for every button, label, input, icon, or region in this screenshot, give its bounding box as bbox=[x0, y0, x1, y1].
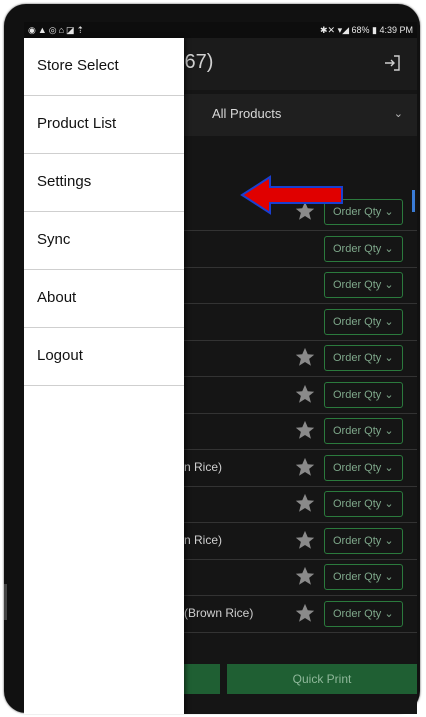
chevron-down-icon: ⌄ bbox=[381, 243, 394, 255]
chevron-down-icon: ⌄ bbox=[381, 316, 394, 328]
order-qty-label: Order Qty bbox=[333, 608, 382, 620]
menu-item-label: Settings bbox=[37, 173, 92, 190]
order-qty-label: Order Qty bbox=[333, 352, 382, 364]
star-icon[interactable] bbox=[294, 346, 316, 368]
logout-icon[interactable] bbox=[381, 52, 403, 74]
star-icon[interactable] bbox=[294, 602, 316, 624]
navigation-drawer: Store Select Product List Settings Sync … bbox=[24, 38, 184, 714]
phone-frame: ◉▲◎⌂◪⇡ ✱✕ ▾◢ 68% ▮ 4:39 PM cts (Ralph's … bbox=[4, 4, 420, 714]
order-qty-label: Order Qty bbox=[333, 389, 382, 401]
order-qty-select[interactable]: Order Qty ⌄ bbox=[324, 491, 403, 517]
chevron-down-icon: ⌄ bbox=[393, 108, 403, 120]
menu-item-about[interactable]: About bbox=[24, 270, 184, 328]
menu-item-label: Product List bbox=[37, 115, 117, 132]
star-icon[interactable] bbox=[294, 383, 316, 405]
menu-item-label: Sync bbox=[37, 231, 71, 248]
order-qty-select[interactable]: Order Qty ⌄ bbox=[324, 345, 403, 371]
category-filter-value: All Products bbox=[212, 106, 282, 121]
menu-item-store-select[interactable]: Store Select bbox=[24, 38, 184, 96]
chevron-down-icon: ⌄ bbox=[381, 352, 394, 364]
order-qty-select[interactable]: Order Qty ⌄ bbox=[324, 418, 403, 444]
order-qty-select[interactable]: Order Qty ⌄ bbox=[324, 309, 403, 335]
chevron-down-icon: ⌄ bbox=[381, 571, 394, 583]
chevron-down-icon: ⌄ bbox=[381, 498, 394, 510]
order-qty-label: Order Qty bbox=[333, 279, 382, 291]
quick-print-button[interactable]: Quick Print bbox=[227, 664, 417, 694]
screen: ◉▲◎⌂◪⇡ ✱✕ ▾◢ 68% ▮ 4:39 PM cts (Ralph's … bbox=[24, 22, 417, 714]
menu-item-settings[interactable]: Settings bbox=[24, 154, 184, 212]
menu-item-label: About bbox=[37, 289, 77, 306]
menu-item-label: Logout bbox=[37, 347, 83, 364]
star-icon[interactable] bbox=[294, 456, 316, 478]
status-right: ✱✕ ▾◢ 68% ▮ 4:39 PM bbox=[319, 25, 413, 35]
chevron-down-icon: ⌄ bbox=[381, 279, 394, 291]
order-qty-select[interactable]: Order Qty ⌄ bbox=[324, 382, 403, 408]
chevron-down-icon: ⌄ bbox=[381, 535, 394, 547]
chevron-down-icon: ⌄ bbox=[381, 425, 394, 437]
order-qty-label: Order Qty bbox=[333, 535, 382, 547]
menu-item-sync[interactable]: Sync bbox=[24, 212, 184, 270]
order-qty-label: Order Qty bbox=[333, 462, 382, 474]
order-qty-select[interactable]: Order Qty ⌄ bbox=[324, 601, 403, 627]
menu-item-product-list[interactable]: Product List bbox=[24, 96, 184, 154]
red-arrow-annotation bbox=[240, 175, 343, 215]
order-qty-select[interactable]: Order Qty ⌄ bbox=[324, 236, 403, 262]
order-qty-select[interactable]: Order Qty ⌄ bbox=[324, 272, 403, 298]
order-qty-label: Order Qty bbox=[333, 316, 382, 328]
star-icon[interactable] bbox=[294, 492, 316, 514]
star-icon[interactable] bbox=[294, 565, 316, 587]
order-qty-select[interactable]: Order Qty ⌄ bbox=[324, 455, 403, 481]
chevron-down-icon: ⌄ bbox=[381, 206, 394, 218]
chevron-down-icon: ⌄ bbox=[381, 608, 394, 620]
order-qty-select[interactable]: Order Qty ⌄ bbox=[324, 528, 403, 554]
menu-item-logout[interactable]: Logout bbox=[24, 328, 184, 386]
star-icon[interactable] bbox=[294, 419, 316, 441]
product-name: n Rice) bbox=[184, 533, 223, 547]
order-qty-label: Order Qty bbox=[333, 425, 382, 437]
order-qty-label: Order Qty bbox=[333, 243, 382, 255]
menu-item-label: Store Select bbox=[37, 57, 119, 74]
status-bar: ◉▲◎⌂◪⇡ ✱✕ ▾◢ 68% ▮ 4:39 PM bbox=[24, 22, 417, 38]
star-icon[interactable] bbox=[294, 529, 316, 551]
chevron-down-icon: ⌄ bbox=[381, 389, 394, 401]
order-qty-select[interactable]: Order Qty ⌄ bbox=[324, 564, 403, 590]
status-left-icons: ◉▲◎⌂◪⇡ bbox=[28, 25, 87, 35]
product-name: n Rice) bbox=[184, 460, 223, 474]
phone-side-button bbox=[4, 584, 7, 620]
chevron-down-icon: ⌄ bbox=[381, 462, 394, 474]
order-qty-label: Order Qty bbox=[333, 498, 382, 510]
order-qty-label: Order Qty bbox=[333, 571, 382, 583]
product-name: (Brown Rice) bbox=[184, 606, 254, 620]
